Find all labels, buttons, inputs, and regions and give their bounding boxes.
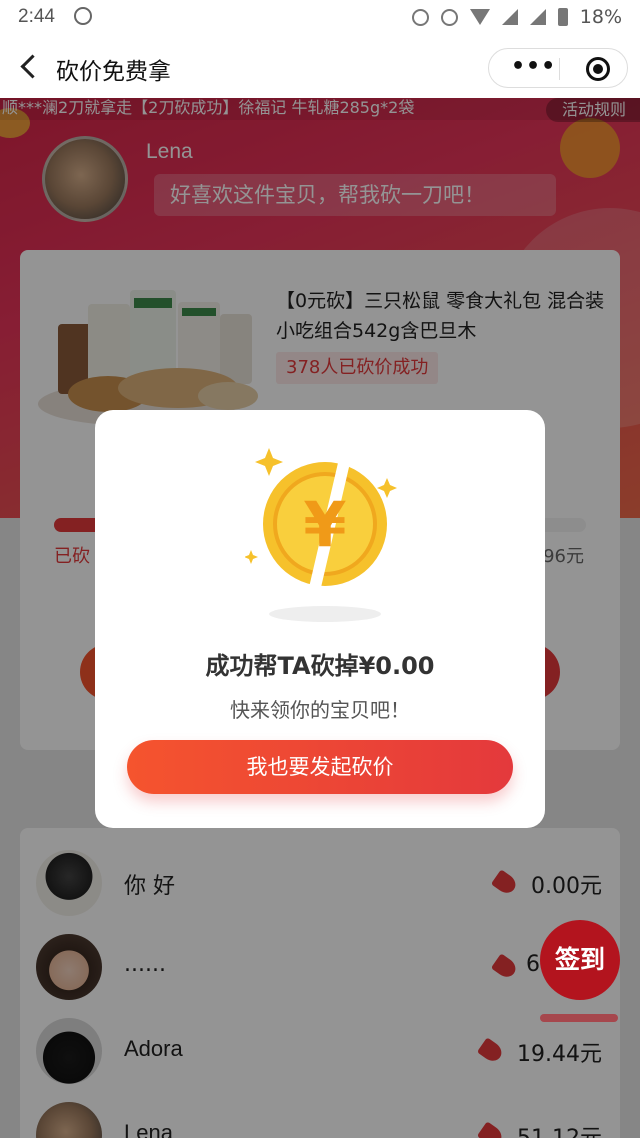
sign-in-button[interactable]: 签到: [540, 920, 620, 1000]
nav-bar: 砍价免费拿 •••: [0, 36, 640, 98]
bargain-success-modal: ¥ 成功帮TA砍掉¥0.00 快来领你的宝贝吧！ 我也要发起砍价: [95, 410, 545, 828]
alarm-icon: [411, 8, 429, 26]
back-button[interactable]: [14, 50, 44, 84]
capsule-divider: [559, 58, 560, 80]
modal-title: 成功帮TA砍掉¥0.00: [205, 652, 435, 680]
signal-icon: [501, 9, 518, 25]
dnd-icon: [440, 8, 458, 26]
page-title: 砍价免费拿: [56, 59, 171, 85]
signal2-icon: [529, 9, 546, 25]
app-notification-icon: [74, 7, 92, 25]
coin-icon: ¥: [245, 448, 397, 622]
battery-percent: 18%: [579, 6, 622, 28]
more-options-icon[interactable]: •••: [511, 56, 556, 78]
wifi-icon: [469, 9, 490, 25]
status-right: 18%: [411, 6, 622, 28]
status-time: 2:44: [18, 6, 55, 27]
page-content: 顺***澜2刀就拿走【2刀砍成功】徐福记 牛轧糖285g*2袋 活动规则 Len…: [0, 98, 640, 1138]
sign-in-shadow: [540, 1014, 618, 1022]
modal-subtitle: 快来领你的宝贝吧！: [230, 698, 410, 722]
battery-icon: [557, 8, 568, 26]
coin-symbol: ¥: [303, 488, 346, 561]
miniprogram-capsule: •••: [488, 48, 628, 88]
start-bargain-button[interactable]: 我也要发起砍价: [127, 740, 513, 794]
close-miniprogram-icon[interactable]: [586, 57, 610, 81]
status-bar: 2:44 18%: [0, 0, 640, 36]
